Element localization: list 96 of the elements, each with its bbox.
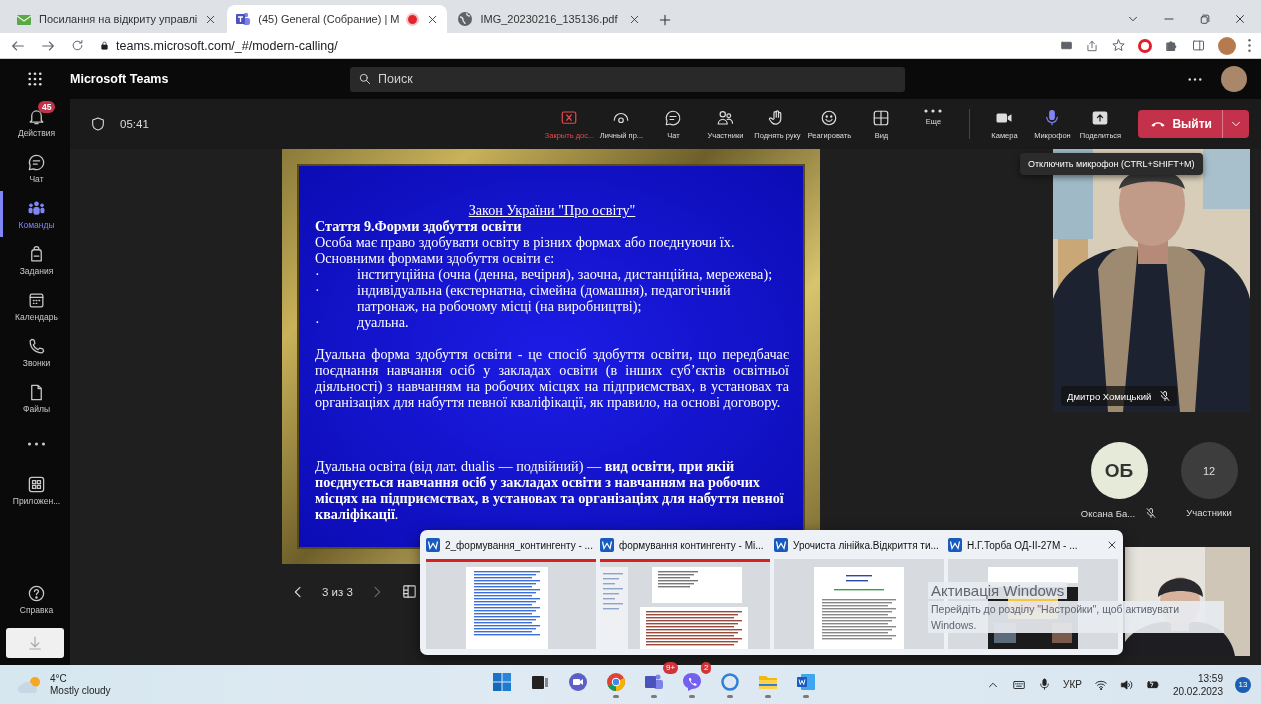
notification-badge[interactable]: 13 (1235, 676, 1251, 693)
bullet-mark: · (315, 314, 321, 330)
window-title[interactable]: Урочиста лінійка.Відкриття ти... (793, 539, 944, 551)
phone-icon (27, 336, 46, 356)
slide-paragraph: Дуальна освіта (від лат. dualis — подвійний) — вид освіти, при якій поєднується навчання осіб у закладах освіти з навчанням на робочих місцях на підприємствах, в установах та організаціях для набуття певної кваліфікації. (315, 458, 785, 522)
sidebar-item[interactable]: Календарь (0, 283, 70, 329)
more-icon (27, 442, 46, 446)
window-title[interactable]: Н.Г.Торба ОД-ІІ-27М - ... (967, 539, 1101, 551)
grid-icon (872, 108, 891, 127)
apps-icon (27, 474, 46, 494)
address-bar[interactable]: teams.microsoft.com/_#/modern-calling/ (116, 38, 338, 53)
screen-icon (1060, 39, 1073, 52)
download-icon (26, 634, 44, 652)
bullet-mark: · (315, 282, 321, 300)
temperature: 4°C (50, 672, 68, 685)
sidebar-item[interactable]: Приложен... (0, 467, 70, 513)
close-icon (1233, 12, 1247, 26)
clock-time[interactable]: 13:59 (1197, 671, 1223, 685)
participants-label: Участники (1186, 507, 1232, 518)
team-icon (27, 198, 46, 218)
lock-icon (99, 40, 110, 51)
close-icon (1106, 539, 1118, 551)
globe-icon (457, 11, 474, 27)
activation-text: Перейдіть до розділу "Настройки", щоб активувати Windows. (928, 601, 1224, 633)
slide-paragraph: Дуальна форма здобуття освіти - це спосіб здобуття освіти, що передбачає поєднання навчання осіб у закладах освіти (в інших суб’єктів освітньої діяльності) з навчанням на робочих місцях на підприємствах, в установах та організаціях для набуття певної кваліфікації, як правило, на основі договору. (315, 346, 789, 410)
help-icon (27, 583, 46, 603)
user-avatar[interactable] (1221, 66, 1247, 92)
shield-icon (90, 116, 106, 132)
tooltip: Отключить микрофон (CTRL+SHIFT+M) (1020, 153, 1203, 175)
chat-icon (664, 108, 683, 127)
window-title[interactable]: формування контингенту - Мі... (619, 539, 770, 551)
microphone-icon (1038, 678, 1052, 691)
ring-icon[interactable] (1138, 38, 1152, 53)
notification-badge: 2 (701, 661, 712, 674)
search-field[interactable]: Поиск (350, 66, 905, 92)
menu-icon (1248, 38, 1251, 53)
browser-tab[interactable]: (45) General (Собрание) | M (227, 5, 448, 33)
participant-name: Оксана Ба... (1080, 507, 1136, 519)
slide-text: Основними формами здобуття освіти є: (315, 250, 556, 266)
notification-badge: 45 (38, 101, 56, 113)
browser-tab[interactable]: IMG_20230216_135136.pdf (449, 5, 650, 33)
word-document-icon (774, 538, 788, 552)
sidebar-item[interactable]: Чат (0, 145, 70, 191)
slide-bullet: дуальна. (357, 314, 409, 330)
video-chat-icon[interactable] (568, 671, 588, 692)
more-icon (924, 108, 943, 113)
speaker-icon (1119, 677, 1134, 692)
leave-button[interactable]: Выйти (1138, 110, 1249, 138)
profile-avatar[interactable] (1218, 36, 1236, 55)
participant-avatar[interactable]: ОБ (1090, 442, 1148, 499)
app-launcher-icon (26, 70, 44, 88)
slide-heading: Стаття 9.Форми здобуття освіти (315, 218, 523, 234)
language-indicator[interactable]: УКР (1063, 679, 1082, 690)
app-title: Microsoft Teams (70, 72, 170, 86)
team-icon (235, 11, 252, 27)
smile-icon (820, 108, 839, 127)
windows-logo-icon[interactable] (492, 671, 512, 692)
word-document-icon (600, 538, 614, 552)
window-title[interactable]: 2_формування_контингенту - ... (445, 539, 596, 551)
extension-icon (1164, 38, 1179, 53)
slide-text: Особа має право здобувати освіту в різних формах або поєднуючи їх. (315, 234, 736, 250)
slide-counter: 3 из 3 (322, 585, 353, 598)
chat-icon (27, 152, 46, 172)
share-icon (1085, 38, 1099, 53)
sidebar-item[interactable]: Действия 45 (0, 99, 70, 145)
slide-title: Закон України "Про освіту" (467, 202, 637, 218)
browser-tab[interactable]: Посилання на відкриту управлі (8, 5, 226, 33)
slide-bullet: індивідуальна (екстернатна, сімейна (домашня), педагогічний патронаж, на робочому місці (на виробництві); (357, 282, 732, 314)
slides-panel-button[interactable] (400, 583, 418, 600)
word-document-icon (426, 538, 440, 552)
participant-name: Дмитро Хомицький (1067, 390, 1152, 402)
slide-bullet: інституційна (очна (денна, вечірня), заочна, дистанційна, мережева); (357, 266, 773, 282)
star-icon (1111, 38, 1126, 53)
word-document-icon (948, 538, 962, 552)
restore-icon (1198, 12, 1211, 26)
call-timer: 05:41 (120, 118, 149, 130)
circle-icon[interactable] (720, 671, 740, 692)
people-icon (716, 108, 735, 127)
side-panel-icon (1191, 38, 1206, 53)
sidebar-item[interactable]: Задания (0, 237, 70, 283)
more-icon (1187, 77, 1203, 81)
browser-icon[interactable] (606, 671, 626, 692)
sidebar-item[interactable]: Файлы (0, 375, 70, 421)
search-icon (358, 72, 372, 86)
phone-bubble-icon[interactable] (682, 671, 702, 692)
sidebar-item[interactable]: Звонки (0, 329, 70, 375)
stop-sharing-icon (560, 108, 579, 127)
sidebar-item[interactable]: Справка (0, 576, 70, 622)
participant-count[interactable]: 12 (1180, 442, 1238, 499)
panel-icon (400, 583, 418, 600)
weather-text: Mostly cloudy (50, 684, 111, 697)
clock-date[interactable]: 20.02.2023 (1172, 684, 1223, 698)
activation-title: Активація Windows (928, 582, 1068, 599)
reload-icon (70, 38, 85, 53)
bullet-mark: · (315, 266, 321, 282)
word-document-icon[interactable] (796, 671, 816, 692)
